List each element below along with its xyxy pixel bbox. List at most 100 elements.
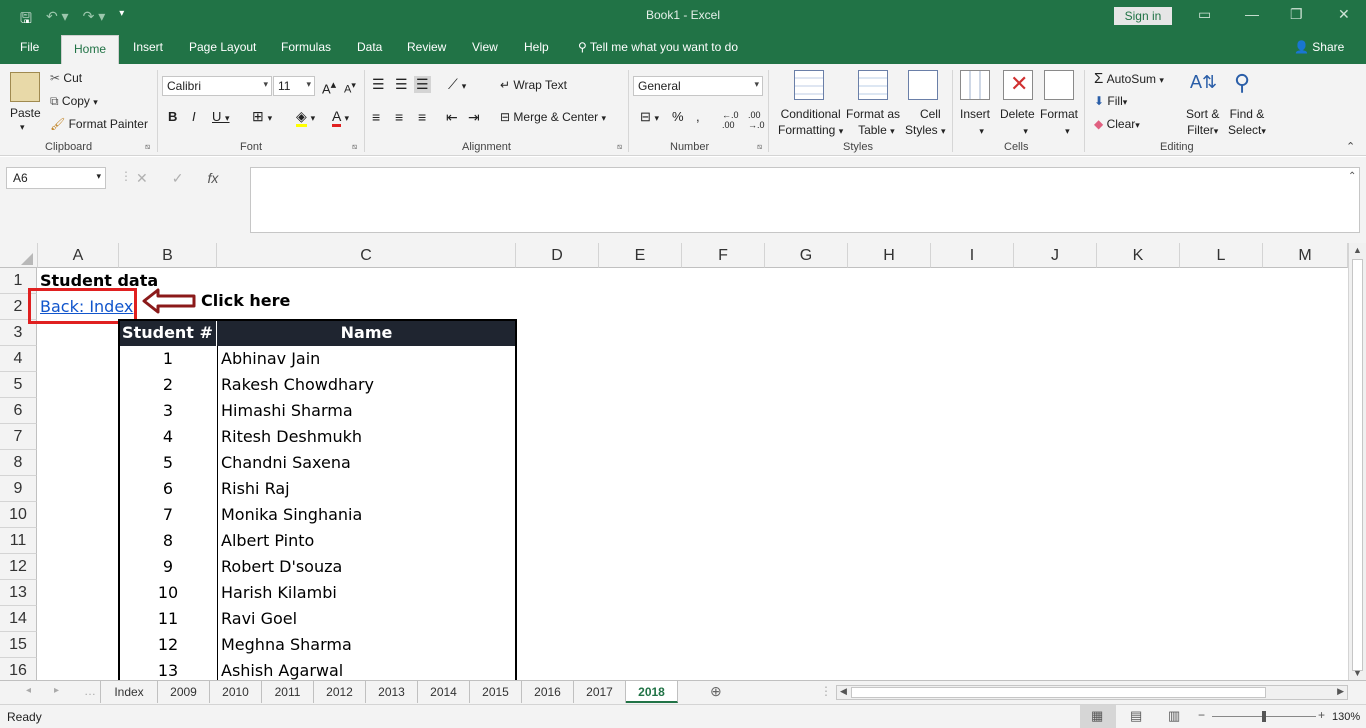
student-name-cell[interactable]: Abhinav Jain: [221, 346, 320, 372]
row-header-11[interactable]: 11: [0, 528, 37, 554]
zoom-slider-thumb[interactable]: [1262, 711, 1266, 722]
tab-file[interactable]: File: [20, 40, 39, 54]
share-button[interactable]: 👤 Share: [1294, 40, 1344, 54]
align-left-icon[interactable]: ≡: [372, 109, 380, 125]
student-number-cell[interactable]: 11: [119, 606, 217, 632]
sheet-tab-index[interactable]: Index: [100, 681, 158, 703]
merge-center-button[interactable]: ⊟ Merge & Center ▾: [500, 110, 606, 124]
tab-data[interactable]: Data: [357, 40, 382, 54]
insert-cells-icon[interactable]: [960, 70, 990, 100]
paste-icon[interactable]: [10, 72, 40, 102]
conditional-formatting-button[interactable]: Conditional Formatting ▾: [778, 106, 843, 139]
decrease-indent-icon[interactable]: ⇤: [446, 109, 458, 126]
student-name-cell[interactable]: Harish Kilambi: [221, 580, 337, 606]
student-name-cell[interactable]: Ritesh Deshmukh: [221, 424, 362, 450]
insert-cells-button[interactable]: Insert ▾: [960, 106, 990, 139]
zoom-in-icon[interactable]: +: [1318, 708, 1325, 722]
enter-icon[interactable]: ✓: [172, 170, 184, 187]
format-as-table-button[interactable]: Format as Table ▾: [846, 106, 900, 139]
align-center-icon[interactable]: ≡: [395, 109, 403, 125]
row-header-7[interactable]: 7: [0, 424, 37, 450]
ribbon-display-icon[interactable]: ▭: [1198, 6, 1211, 23]
increase-decimal-icon[interactable]: ←.0.00: [722, 110, 739, 130]
column-header-l[interactable]: L: [1180, 243, 1263, 268]
tab-home[interactable]: Home: [61, 35, 120, 64]
align-top-icon[interactable]: ☰: [372, 76, 385, 93]
row-header-16[interactable]: 16: [0, 658, 37, 680]
format-cells-icon[interactable]: [1044, 70, 1074, 100]
student-name-cell[interactable]: Chandni Saxena: [221, 450, 351, 476]
find-select-button[interactable]: Find & Select▾: [1228, 106, 1266, 139]
conditional-formatting-icon[interactable]: [794, 70, 824, 100]
delete-cells-button[interactable]: Delete ▾: [1000, 106, 1035, 139]
bold-icon[interactable]: B: [168, 109, 177, 124]
sheet-tab-2018[interactable]: 2018: [626, 681, 678, 703]
sheet-tab-2015[interactable]: 2015: [470, 681, 522, 703]
vertical-scrollbar[interactable]: ▲ ▼: [1348, 243, 1366, 680]
tab-split-icon[interactable]: ⋮: [820, 684, 832, 698]
tab-page-layout[interactable]: Page Layout: [189, 40, 256, 54]
sort-filter-icon[interactable]: A⇅: [1190, 72, 1217, 93]
tab-view[interactable]: View: [472, 40, 498, 54]
column-header-e[interactable]: E: [599, 243, 682, 268]
accounting-format-icon[interactable]: ⊟ ▾: [640, 109, 659, 125]
increase-font-icon[interactable]: A▴: [322, 78, 336, 96]
fill-button[interactable]: ⬇ Fill▾: [1094, 94, 1127, 108]
delete-cells-icon[interactable]: ✕: [1003, 70, 1033, 100]
row-header-13[interactable]: 13: [0, 580, 37, 606]
scroll-right-icon[interactable]: ▶: [1337, 686, 1344, 697]
sheet-tab-2013[interactable]: 2013: [366, 681, 418, 703]
number-format-combo[interactable]: General: [633, 76, 763, 96]
new-sheet-icon[interactable]: ⊕: [710, 683, 722, 700]
student-name-cell[interactable]: Rakesh Chowdhary: [221, 372, 374, 398]
clear-button[interactable]: ◆ Clear▾: [1094, 117, 1140, 131]
scroll-down-icon[interactable]: ▼: [1353, 668, 1362, 678]
column-header-h[interactable]: H: [848, 243, 931, 268]
format-cells-button[interactable]: Format ▾: [1040, 106, 1078, 139]
tab-review[interactable]: Review: [407, 40, 446, 54]
row-header-10[interactable]: 10: [0, 502, 37, 528]
column-header-a[interactable]: A: [38, 243, 119, 268]
row-header-6[interactable]: 6: [0, 398, 37, 424]
restore-icon[interactable]: ❐: [1290, 6, 1303, 23]
column-header-f[interactable]: F: [682, 243, 765, 268]
tab-formulas[interactable]: Formulas: [281, 40, 331, 54]
horizontal-scrollbar[interactable]: ◀ ▶: [836, 685, 1348, 700]
student-number-cell[interactable]: 3: [119, 398, 217, 424]
student-number-cell[interactable]: 7: [119, 502, 217, 528]
row-header-9[interactable]: 9: [0, 476, 37, 502]
tab-insert[interactable]: Insert: [133, 40, 163, 54]
zoom-out-icon[interactable]: −: [1198, 708, 1205, 722]
format-as-table-icon[interactable]: [858, 70, 888, 100]
student-number-cell[interactable]: 8: [119, 528, 217, 554]
magnifier-icon[interactable]: ⚲: [1234, 70, 1250, 96]
row-header-14[interactable]: 14: [0, 606, 37, 632]
back-index-link[interactable]: Back: Index: [40, 294, 133, 320]
vertical-scroll-thumb[interactable]: [1352, 259, 1363, 671]
align-right-icon[interactable]: ≡: [418, 109, 426, 125]
student-name-cell[interactable]: Ashish Agarwal: [221, 658, 343, 680]
sheet-tab-2017[interactable]: 2017: [574, 681, 626, 703]
student-name-cell[interactable]: Robert D'souza: [221, 554, 342, 580]
student-number-cell[interactable]: 12: [119, 632, 217, 658]
student-number-cell[interactable]: 13: [119, 658, 217, 680]
student-number-cell[interactable]: 6: [119, 476, 217, 502]
clipboard-launcher-icon[interactable]: ⧅: [145, 142, 150, 152]
column-header-g[interactable]: G: [765, 243, 848, 268]
comma-style-icon[interactable]: ,: [696, 109, 700, 124]
sheet-tab-2012[interactable]: 2012: [314, 681, 366, 703]
student-name-cell[interactable]: Monika Singhania: [221, 502, 362, 528]
column-header-m[interactable]: M: [1263, 243, 1348, 268]
align-bottom-icon[interactable]: ☰: [414, 76, 431, 93]
column-header-k[interactable]: K: [1097, 243, 1180, 268]
scroll-up-icon[interactable]: ▲: [1353, 245, 1362, 255]
fill-color-icon[interactable]: ◈ ▾: [296, 108, 315, 127]
next-sheet-icon[interactable]: ▸: [54, 685, 59, 696]
sheet-tab-2010[interactable]: 2010: [210, 681, 262, 703]
cancel-icon[interactable]: ✕: [136, 170, 148, 187]
close-icon[interactable]: ✕: [1338, 6, 1350, 23]
underline-icon[interactable]: U ▾: [212, 109, 230, 124]
cell-styles-button[interactable]: Cell Styles ▾: [905, 106, 946, 139]
paste-button[interactable]: Paste: [10, 106, 41, 120]
scroll-left-icon[interactable]: ◀: [840, 686, 847, 697]
